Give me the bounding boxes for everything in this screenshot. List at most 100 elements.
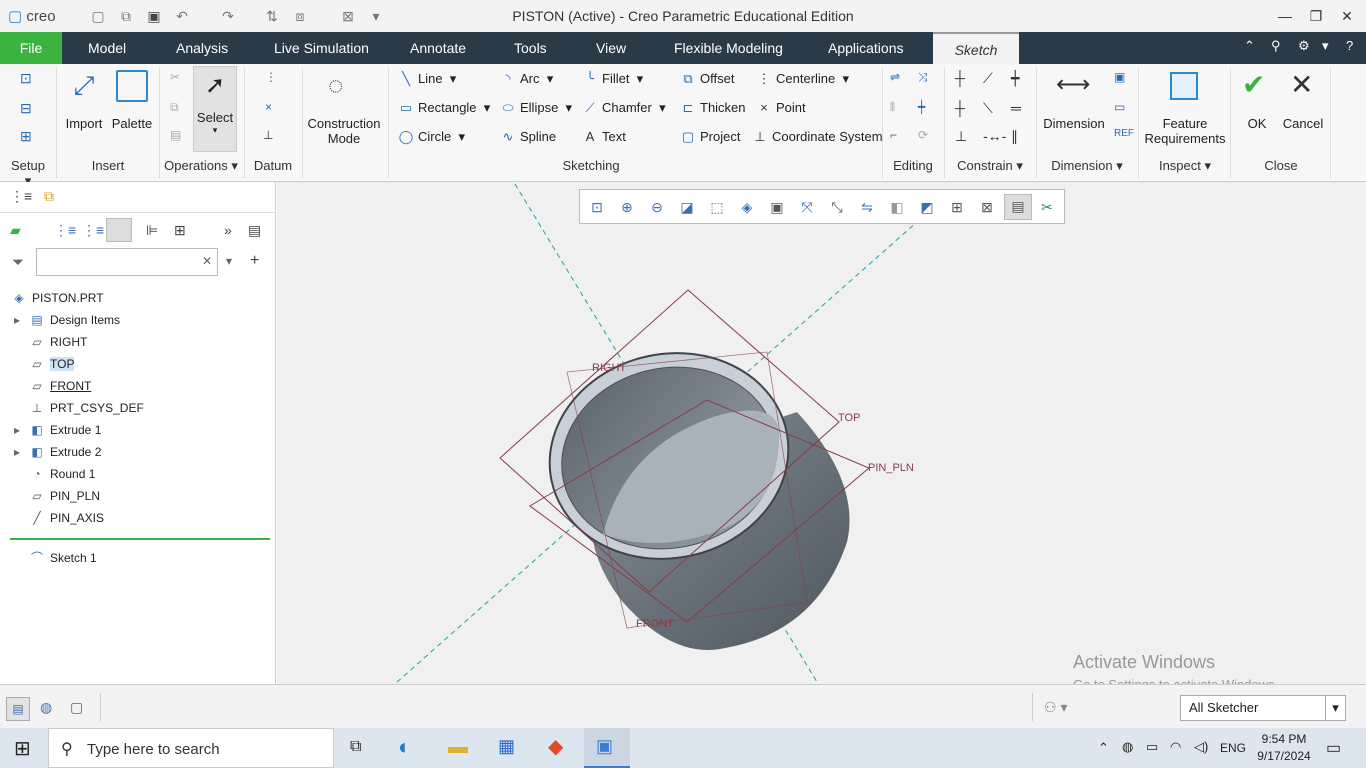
- ok-button[interactable]: OK: [1238, 116, 1276, 131]
- refit-icon[interactable]: ⊡: [586, 196, 608, 218]
- tree-options-icon[interactable]: ▤: [248, 222, 261, 239]
- clear-search-icon[interactable]: ✕: [202, 254, 212, 268]
- tree-item-design-items[interactable]: ▸ ▤ Design Items: [14, 310, 120, 330]
- palette-button[interactable]: Palette: [108, 116, 156, 131]
- notifications-icon[interactable]: ▭: [1326, 738, 1341, 758]
- tree-item-right[interactable]: ▱ RIGHT: [14, 332, 87, 352]
- clock-time[interactable]: 9:54 PM: [1256, 732, 1312, 746]
- vertical-constraint-icon[interactable]: ┼: [955, 70, 965, 86]
- perspective-icon[interactable]: ⤧: [796, 196, 818, 218]
- tab-model[interactable]: Model: [74, 32, 140, 64]
- tangent-constraint-icon[interactable]: ⟋: [983, 70, 993, 87]
- show-navigator-icon[interactable]: ▤: [6, 697, 30, 721]
- annotation-display-icon[interactable]: ⇋: [856, 196, 878, 218]
- datum-csys-icon[interactable]: ⊥: [263, 128, 273, 142]
- feature-requirements-icon[interactable]: [1170, 72, 1198, 100]
- volume-icon[interactable]: ◁): [1194, 739, 1208, 755]
- chamfer-button[interactable]: ⟋ Chamfer ▾: [582, 100, 665, 116]
- language-indicator[interactable]: ENG: [1220, 741, 1246, 755]
- model-tree-tab-icon[interactable]: ⋮≡: [10, 188, 32, 205]
- construction-mode-button[interactable]: Construction Mode: [306, 116, 382, 146]
- tab-tools[interactable]: Tools: [500, 32, 561, 64]
- tree-item-round-1[interactable]: ◔ Round 1: [14, 464, 95, 484]
- datum-point-icon[interactable]: ×: [265, 100, 272, 114]
- offset-button[interactable]: ⧉ Offset: [680, 71, 734, 87]
- right-plane-label[interactable]: RIGHT: [592, 362, 626, 374]
- constraint-display-icon[interactable]: ⊠: [976, 196, 998, 218]
- find-icon[interactable]: ⚇ ▾: [1044, 699, 1067, 716]
- cut-icon[interactable]: ✂: [170, 70, 180, 84]
- tree-settings-icon[interactable]: ⊞: [174, 222, 186, 239]
- perimeter-icon[interactable]: ▣: [1114, 70, 1125, 84]
- meet-now-icon[interactable]: ◍: [1122, 739, 1133, 755]
- dimension-button[interactable]: Dimension: [1040, 116, 1108, 131]
- settings-icon[interactable]: ⚙: [1298, 38, 1310, 54]
- spline-button[interactable]: ∿ Spline: [500, 129, 557, 145]
- tree-search-input[interactable]: [36, 248, 218, 276]
- zoom-in-icon[interactable]: ⊕: [616, 196, 638, 218]
- taskbar-search-box[interactable]: ⚲ Type here to search: [48, 728, 334, 768]
- mirror-icon[interactable]: ⫴: [890, 100, 895, 115]
- tab-flexible-modeling[interactable]: Flexible Modeling: [660, 32, 797, 64]
- zoom-out-icon[interactable]: ⊖: [646, 196, 668, 218]
- tab-annotate[interactable]: Annotate: [396, 32, 480, 64]
- coincident-constraint-icon[interactable]: ⟍: [983, 100, 993, 117]
- cancel-x-icon[interactable]: ✕: [1290, 68, 1313, 101]
- import-button[interactable]: Import: [60, 116, 108, 131]
- display-style-icon[interactable]: ⬚: [706, 196, 728, 218]
- copy-icon[interactable]: ⧉: [170, 100, 179, 115]
- top-plane-label[interactable]: TOP: [838, 412, 860, 424]
- wifi-icon[interactable]: ◠: [1170, 739, 1181, 755]
- dimension-icon[interactable]: ⟷: [1056, 70, 1090, 99]
- tree-item-extrude-1[interactable]: ▸ ◧ Extrude 1: [14, 420, 101, 440]
- tree-item-sketch-1[interactable]: ⌒ Sketch 1: [28, 548, 97, 568]
- filter-icon[interactable]: ⏷: [12, 254, 24, 271]
- corner-icon[interactable]: ⌐: [890, 128, 897, 142]
- tree-collapse-icon[interactable]: ⋮≡: [82, 222, 104, 239]
- text-button[interactable]: A Text: [582, 129, 626, 144]
- group-inspect[interactable]: Inspect ▾: [1144, 158, 1226, 174]
- line-button[interactable]: ╲ Line ▾: [398, 71, 456, 87]
- graphics-viewport[interactable]: RIGHT TOP PIN_PLN FRONT Activate Windows: [277, 182, 1366, 684]
- point-button[interactable]: × Point: [756, 100, 805, 115]
- help-icon[interactable]: ?: [1346, 38, 1353, 53]
- modify-icon[interactable]: ⇌: [890, 70, 900, 84]
- tree-item-extrude-2[interactable]: ▸ ◧ Extrude 2: [14, 442, 101, 462]
- centerline-button[interactable]: ⋮ Centerline ▾: [756, 71, 850, 87]
- tree-root[interactable]: ◈ PISTON.PRT: [10, 288, 103, 308]
- group-constrain[interactable]: Constrain ▾: [948, 158, 1032, 174]
- reference-dimension-icon[interactable]: REF: [1114, 128, 1134, 139]
- creo-taskbar-button[interactable]: ▣: [584, 728, 630, 768]
- horizontal-constraint-icon[interactable]: ┼: [955, 100, 965, 116]
- datum-display-icon[interactable]: ⤡: [826, 196, 848, 218]
- tree-columns-icon[interactable]: [106, 218, 132, 242]
- arc-button[interactable]: ◝ Arc ▾: [500, 71, 553, 87]
- edge-browser-icon[interactable]: ◐: [398, 734, 411, 760]
- insert-here-marker[interactable]: [10, 538, 270, 540]
- tab-sketch[interactable]: Sketch: [933, 32, 1019, 64]
- sketch-view-icon[interactable]: ⊟: [20, 100, 32, 117]
- more-icon[interactable]: »: [224, 222, 232, 238]
- tab-applications[interactable]: Applications: [814, 32, 918, 64]
- section-view-icon[interactable]: ◩: [916, 196, 938, 218]
- cancel-button[interactable]: Cancel: [1282, 116, 1324, 131]
- baseline-icon[interactable]: ▭: [1114, 100, 1125, 114]
- task-view-icon[interactable]: ⧉: [350, 738, 361, 756]
- tree-item-front[interactable]: ▱ FRONT: [14, 376, 91, 396]
- tree-item-csys[interactable]: ⊥ PRT_CSYS_DEF: [14, 398, 144, 418]
- vertex-display-toggle[interactable]: ▤: [1004, 194, 1032, 220]
- perpendicular-constraint-icon[interactable]: ⊥: [955, 128, 967, 145]
- show-browser-icon[interactable]: ◍: [40, 699, 52, 716]
- tree-item-pin-pln[interactable]: ▱ PIN_PLN: [14, 486, 100, 506]
- close-button[interactable]: ✕: [1324, 0, 1366, 32]
- datum-centerline-icon[interactable]: ⋮: [265, 70, 277, 84]
- tree-expand-icon[interactable]: ⋮≡: [54, 222, 76, 239]
- fillet-button[interactable]: ╰ Fillet ▾: [582, 71, 643, 87]
- midpoint-constraint-icon[interactable]: ┿: [1011, 70, 1019, 87]
- options-dropdown-icon[interactable]: ▾: [1322, 38, 1329, 54]
- clock-date[interactable]: 9/17/2024: [1252, 749, 1316, 763]
- tab-analysis[interactable]: Analysis: [162, 32, 242, 64]
- construction-mode-icon[interactable]: ◌: [328, 70, 343, 101]
- circle-button[interactable]: ◯ Circle ▾: [398, 129, 465, 145]
- tab-live-simulation[interactable]: Live Simulation: [260, 32, 383, 64]
